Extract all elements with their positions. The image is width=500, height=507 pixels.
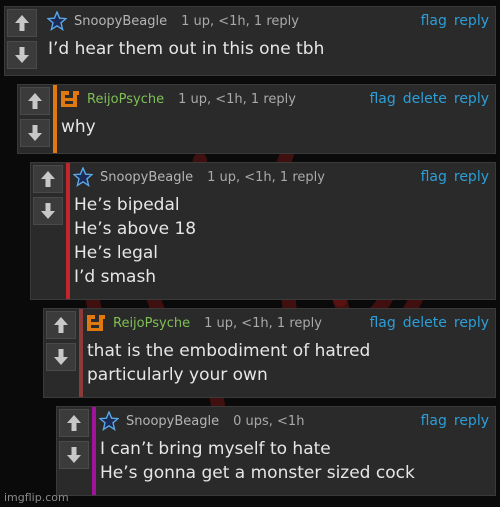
vote-controls bbox=[44, 309, 78, 397]
upvote-button[interactable] bbox=[59, 409, 89, 437]
comment: SnoopyBeagle 1 up, <1h, 1 reply flag rep… bbox=[4, 6, 496, 76]
arrow-up-icon bbox=[67, 415, 81, 431]
vote-controls bbox=[57, 407, 91, 495]
downvote-button[interactable] bbox=[33, 197, 63, 225]
downvote-button[interactable] bbox=[7, 41, 37, 69]
comment-actions: flag reply bbox=[421, 13, 489, 29]
comment-line: that is the embodiment of hatred bbox=[87, 341, 371, 361]
comment-thread: SnoopyBeagle 1 up, <1h, 1 reply flag rep… bbox=[0, 0, 500, 507]
star-icon[interactable] bbox=[98, 410, 120, 432]
comment-header: ReijoPsyche 1 up, <1h, 1 reply flag dele… bbox=[85, 311, 489, 335]
thread-accent bbox=[92, 407, 96, 495]
comment-line: I’d smash bbox=[74, 267, 157, 287]
flag-link[interactable]: flag bbox=[421, 13, 447, 29]
pixel-logo-icon[interactable] bbox=[59, 88, 81, 110]
delete-link[interactable]: delete bbox=[403, 91, 447, 107]
comment-meta: 1 up, <1h, 1 reply bbox=[204, 315, 322, 331]
pixel-logo-icon[interactable] bbox=[85, 312, 107, 334]
comment-line: He’s legal bbox=[74, 243, 159, 263]
comment: SnoopyBeagle 1 up, <1h, 1 reply flag rep… bbox=[30, 162, 496, 300]
flag-link[interactable]: flag bbox=[369, 315, 395, 331]
upvote-button[interactable] bbox=[20, 87, 50, 115]
arrow-down-icon bbox=[54, 349, 68, 365]
comment-content: ReijoPsyche 1 up, <1h, 1 reply flag dele… bbox=[59, 85, 495, 153]
reply-link[interactable]: reply bbox=[454, 315, 489, 331]
comment-body: I can’t bring myself to hate He’s gonna … bbox=[100, 437, 489, 485]
downvote-button[interactable] bbox=[20, 119, 50, 147]
comment-line: why bbox=[61, 117, 96, 137]
comment-content: SnoopyBeagle 1 up, <1h, 1 reply flag rep… bbox=[72, 163, 495, 299]
comment-body: He’s bipedal He’s above 18 He’s legal I’… bbox=[74, 193, 489, 289]
arrow-down-icon bbox=[15, 47, 29, 63]
thread-accent bbox=[66, 163, 70, 299]
vote-controls bbox=[18, 85, 52, 153]
comment-meta: 1 up, <1h, 1 reply bbox=[181, 13, 299, 29]
comment: SnoopyBeagle 0 ups, <1h flag reply I can… bbox=[56, 406, 496, 496]
comment-actions: flag delete reply bbox=[369, 91, 489, 107]
comment: ReijoPsyche 1 up, <1h, 1 reply flag dele… bbox=[17, 84, 496, 154]
thread-accent bbox=[53, 85, 57, 153]
upvote-button[interactable] bbox=[46, 311, 76, 339]
comment-line: He’s bipedal bbox=[74, 195, 180, 215]
username[interactable]: SnoopyBeagle bbox=[126, 414, 219, 429]
flag-link[interactable]: flag bbox=[369, 91, 395, 107]
comment-header: ReijoPsyche 1 up, <1h, 1 reply flag dele… bbox=[59, 87, 489, 111]
comment: ReijoPsyche 1 up, <1h, 1 reply flag dele… bbox=[43, 308, 496, 398]
arrow-up-icon bbox=[28, 93, 42, 109]
comment-content: SnoopyBeagle 1 up, <1h, 1 reply flag rep… bbox=[46, 7, 495, 75]
reply-link[interactable]: reply bbox=[454, 91, 489, 107]
reply-link[interactable]: reply bbox=[454, 169, 489, 185]
comment-body: I’d hear them out in this one tbh bbox=[48, 37, 489, 61]
username[interactable]: ReijoPsyche bbox=[113, 316, 190, 331]
comment-actions: flag delete reply bbox=[369, 315, 489, 331]
comment-content: SnoopyBeagle 0 ups, <1h flag reply I can… bbox=[98, 407, 495, 495]
flag-link[interactable]: flag bbox=[421, 413, 447, 429]
comment-body: why bbox=[61, 115, 489, 139]
reply-link[interactable]: reply bbox=[454, 13, 489, 29]
comment-actions: flag reply bbox=[421, 169, 489, 185]
arrow-up-icon bbox=[41, 171, 55, 187]
upvote-button[interactable] bbox=[7, 9, 37, 37]
comment-line: He’s above 18 bbox=[74, 219, 197, 239]
downvote-button[interactable] bbox=[46, 343, 76, 371]
arrow-down-icon bbox=[41, 203, 55, 219]
comment-meta: 1 up, <1h, 1 reply bbox=[178, 91, 296, 107]
thread-accent bbox=[40, 7, 44, 75]
arrow-up-icon bbox=[54, 317, 68, 333]
star-icon[interactable] bbox=[72, 166, 94, 188]
arrow-down-icon bbox=[28, 125, 42, 141]
comment-content: ReijoPsyche 1 up, <1h, 1 reply flag dele… bbox=[85, 309, 495, 397]
username[interactable]: ReijoPsyche bbox=[87, 92, 164, 107]
arrow-down-icon bbox=[67, 447, 81, 463]
downvote-button[interactable] bbox=[59, 441, 89, 469]
comment-line: particularly your own bbox=[87, 365, 268, 385]
comment-line: I can’t bring myself to hate bbox=[100, 439, 331, 459]
delete-link[interactable]: delete bbox=[403, 315, 447, 331]
comment-actions: flag reply bbox=[421, 413, 489, 429]
vote-controls bbox=[5, 7, 39, 75]
comment-header: SnoopyBeagle 1 up, <1h, 1 reply flag rep… bbox=[72, 165, 489, 189]
arrow-up-icon bbox=[15, 15, 29, 31]
flag-link[interactable]: flag bbox=[421, 169, 447, 185]
comment-line: I’d hear them out in this one tbh bbox=[48, 39, 325, 59]
comment-meta: 0 ups, <1h bbox=[233, 413, 305, 429]
username[interactable]: SnoopyBeagle bbox=[100, 170, 193, 185]
upvote-button[interactable] bbox=[33, 165, 63, 193]
vote-controls bbox=[31, 163, 65, 299]
comment-body: that is the embodiment of hatred particu… bbox=[87, 339, 489, 387]
comment-line: He’s gonna get a monster sized cock bbox=[100, 463, 415, 483]
comment-meta: 1 up, <1h, 1 reply bbox=[207, 169, 325, 185]
star-icon[interactable] bbox=[46, 10, 68, 32]
reply-link[interactable]: reply bbox=[454, 413, 489, 429]
username[interactable]: SnoopyBeagle bbox=[74, 14, 167, 29]
comment-header: SnoopyBeagle 0 ups, <1h flag reply bbox=[98, 409, 489, 433]
comment-header: SnoopyBeagle 1 up, <1h, 1 reply flag rep… bbox=[46, 9, 489, 33]
thread-accent bbox=[79, 309, 83, 397]
watermark: imgflip.com bbox=[4, 491, 69, 504]
